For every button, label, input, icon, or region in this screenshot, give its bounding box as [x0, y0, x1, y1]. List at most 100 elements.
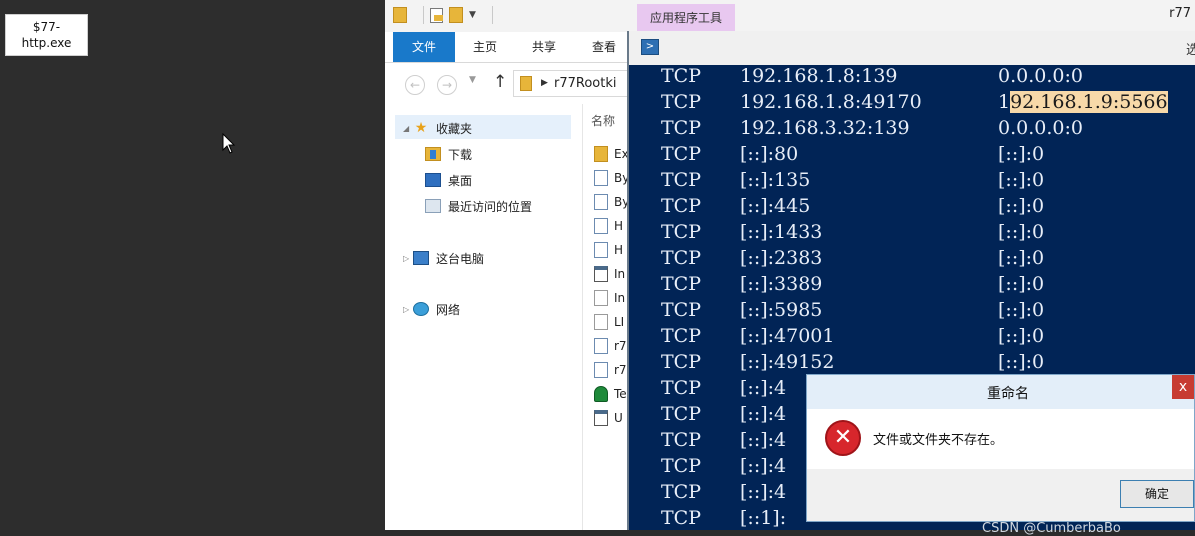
protocol: TCP: [661, 273, 701, 295]
list-item[interactable]: In: [594, 288, 625, 308]
protocol: TCP: [661, 65, 701, 87]
protocol: TCP: [661, 91, 701, 113]
protocol: TCP: [661, 325, 701, 347]
list-item[interactable]: By: [594, 168, 629, 188]
dialog-title-bar[interactable]: 重命名 x: [807, 375, 1194, 409]
forward-button[interactable]: →: [437, 75, 457, 95]
tab-share[interactable]: 共享: [522, 32, 566, 62]
new-folder-icon[interactable]: [449, 7, 463, 23]
local-address: [::]:4: [740, 403, 787, 425]
app-tools-tab[interactable]: 应用程序工具: [637, 4, 735, 32]
nav-item-desktop[interactable]: 桌面: [425, 170, 472, 190]
desktop-file-label[interactable]: $77- http.exe: [5, 14, 88, 56]
protocol: TCP: [661, 455, 701, 477]
column-header-name[interactable]: 名称: [591, 112, 615, 129]
nav-item-this-pc[interactable]: ▷ 这台电脑: [403, 248, 484, 268]
protocol: TCP: [661, 377, 701, 399]
local-address: [::]:4: [740, 455, 787, 477]
folder-icon: [594, 146, 608, 162]
nav-item-downloads[interactable]: 下载: [425, 144, 472, 164]
recent-locations-icon[interactable]: ▼: [469, 75, 476, 85]
folder-icon[interactable]: [393, 7, 407, 23]
nav-item-network[interactable]: ▷ 网络: [403, 299, 460, 319]
ok-button[interactable]: 确定: [1120, 480, 1194, 508]
up-arrow-icon[interactable]: ↑: [493, 72, 507, 92]
nav-item-recent[interactable]: 最近访问的位置: [425, 196, 532, 216]
error-icon: ✕: [825, 420, 861, 456]
network-icon: [413, 302, 429, 316]
download-folder-icon: [425, 147, 441, 161]
desktop-file-label-line2: http.exe: [21, 36, 72, 50]
expand-arrow-icon[interactable]: ▷: [403, 305, 413, 314]
protocol: TCP: [661, 299, 701, 321]
local-address: [::]:135: [740, 169, 811, 191]
file-name: H: [614, 243, 624, 257]
customize-toolbar-icon[interactable]: ▼: [469, 10, 476, 20]
list-item[interactable]: LI: [594, 312, 624, 332]
computer-icon: [413, 251, 429, 265]
list-item[interactable]: By: [594, 192, 629, 212]
local-address: [::1]:: [740, 507, 787, 529]
recent-places-icon: [425, 199, 441, 213]
powershell-title: 选: [1185, 43, 1195, 58]
back-button[interactable]: ←: [405, 75, 425, 95]
toolbar-divider: [491, 6, 493, 24]
remote-address: 0.0.0.0:0: [998, 117, 1083, 139]
ghost-icon: [594, 386, 608, 402]
remote-prefix: 1: [998, 91, 1011, 113]
console-line: TCP 192.168.1.8:139 0.0.0.0:0: [629, 65, 1195, 91]
toolbar-divider: [423, 6, 424, 24]
expand-arrow-icon[interactable]: ▷: [403, 254, 413, 263]
script-icon: [594, 362, 608, 378]
exe-icon: [594, 266, 608, 282]
dialog-footer: 确定: [807, 469, 1194, 521]
remote-address: [::]:0: [998, 221, 1045, 243]
list-item[interactable]: U: [594, 408, 623, 428]
remote-address: [::]:0: [998, 325, 1045, 347]
window-title: r77: [1169, 6, 1191, 21]
powershell-title-bar: > 选: [629, 31, 1195, 65]
powershell-icon: >: [641, 39, 659, 55]
console-line: TCP [::]:47001 [::]:0: [629, 325, 1195, 351]
console-line: TCP [::]:445 [::]:0: [629, 195, 1195, 221]
close-button[interactable]: x: [1172, 375, 1194, 399]
protocol: TCP: [661, 481, 701, 503]
local-address: [::]:4: [740, 481, 787, 503]
list-item[interactable]: r7: [594, 360, 627, 380]
dialog-title: 重命名: [987, 386, 1029, 402]
star-icon: ★: [414, 120, 428, 136]
list-item[interactable]: Te: [594, 384, 627, 404]
remote-address: [::]:0: [998, 195, 1045, 217]
protocol: TCP: [661, 195, 701, 217]
desktop-file-label-line1: $77-: [32, 20, 61, 34]
desktop-area: $77- http.exe: [0, 0, 385, 530]
list-item[interactable]: H: [594, 240, 623, 260]
remote-address: [::]:0: [998, 143, 1045, 165]
list-item[interactable]: r7: [594, 336, 627, 356]
protocol: TCP: [661, 247, 701, 269]
address-bar[interactable]: ▶ r77Rootki: [513, 70, 633, 97]
tab-file[interactable]: 文件: [393, 32, 455, 62]
properties-icon[interactable]: [430, 7, 443, 23]
protocol: TCP: [661, 143, 701, 165]
nav-item-favorites[interactable]: ◢ ★ 收藏夹: [403, 118, 472, 138]
file-name: LI: [614, 315, 625, 329]
list-item[interactable]: Ex: [594, 144, 629, 164]
tab-home[interactable]: 主页: [463, 32, 507, 62]
script-icon: [594, 194, 608, 210]
file-list: 名称 Ex By By H H In In LI r7 r7 Te U: [582, 104, 629, 530]
list-item[interactable]: In: [594, 264, 625, 284]
remote-address: [::]:0: [998, 247, 1045, 269]
list-item[interactable]: H: [594, 216, 623, 236]
local-address: [::]:80: [740, 143, 799, 165]
local-address: [::]:47001: [740, 325, 835, 347]
console-line: TCP [::]:2383 [::]:0: [629, 247, 1195, 273]
console-line: TCP [::]:3389 [::]:0: [629, 273, 1195, 299]
breadcrumb-arrow-icon[interactable]: ▶: [541, 71, 548, 96]
selection-highlight: 92.168.1.9:5566: [1010, 91, 1168, 113]
remote-address-highlighted: 192.168.1.9:5566: [998, 91, 1168, 113]
tab-view[interactable]: 查看: [582, 32, 626, 62]
collapse-arrow-icon[interactable]: ◢: [403, 124, 413, 133]
file-name: r7: [614, 363, 627, 377]
nav-label: 这台电脑: [436, 251, 485, 266]
